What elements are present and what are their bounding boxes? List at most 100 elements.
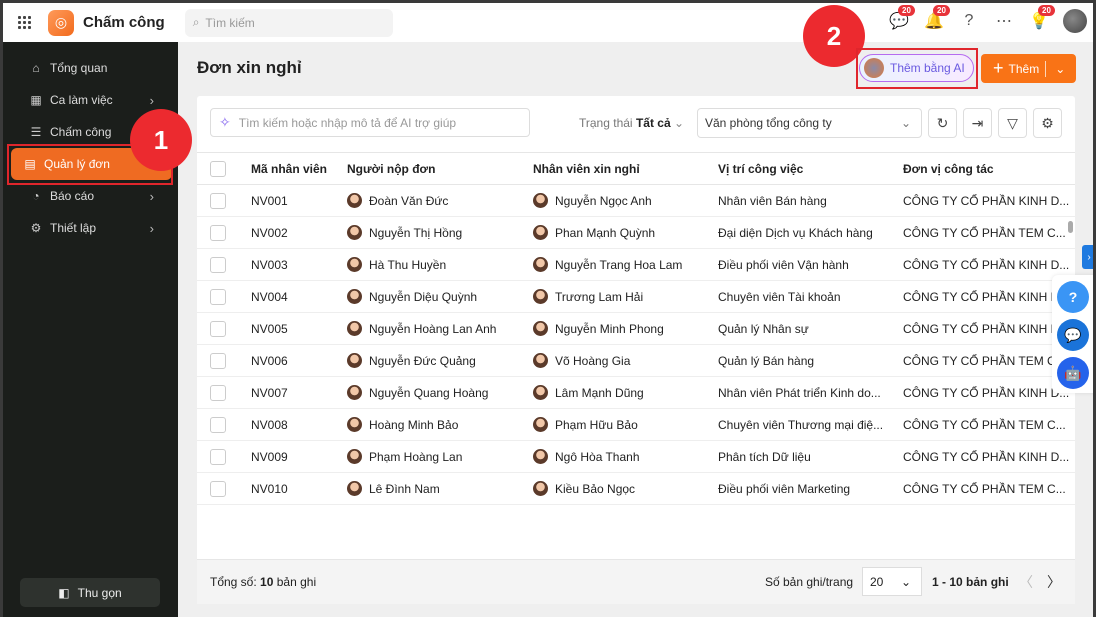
- submitter-name: Nguyễn Quang Hoàng: [369, 385, 489, 400]
- prev-page-button[interactable]: 〈: [1019, 572, 1033, 592]
- row-checkbox[interactable]: [210, 352, 226, 369]
- avatar: [533, 417, 548, 432]
- work-unit: CÔNG TY CỔ PHẦN KINH D...: [903, 440, 1075, 473]
- chevron-down-icon: ⌄: [900, 574, 911, 589]
- employee-name: Phan Mạnh Quỳnh: [555, 225, 656, 240]
- row-checkbox[interactable]: [210, 320, 226, 337]
- more-icon[interactable]: ⋯: [993, 10, 1015, 32]
- expand-panel-button[interactable]: ›: [1082, 245, 1093, 269]
- row-checkbox[interactable]: [210, 256, 226, 273]
- status-value: Tất cả: [635, 116, 671, 130]
- employee-name: Phạm Hữu Bảo: [555, 417, 638, 432]
- column-header[interactable]: Đơn vị công tác: [903, 152, 1075, 185]
- filter-button[interactable]: ▽: [998, 108, 1027, 138]
- ai-search-placeholder: Tìm kiếm hoặc nhập mô tả để AI trợ giúp: [238, 115, 457, 130]
- table-row[interactable]: NV007 Nguyễn Quang Hoàng Lâm Mạnh Dũng N…: [197, 376, 1075, 409]
- add-button[interactable]: + Thêm ⌄: [981, 54, 1076, 83]
- requests-table: Mã nhân viên Người nộp đơn Nhân viên xin…: [197, 152, 1075, 505]
- chat-icon[interactable]: 💬 20: [888, 5, 915, 32]
- table-row[interactable]: NV002 Nguyễn Thị Hồng Phan Mạnh Quỳnh Đạ…: [197, 216, 1075, 249]
- checklist-icon: ☰: [30, 125, 42, 139]
- row-checkbox[interactable]: [210, 416, 226, 433]
- settings-button[interactable]: ⚙: [1033, 108, 1062, 138]
- employee-id: NV010: [251, 472, 347, 505]
- employee-name: Kiều Bảo Ngọc: [555, 481, 636, 496]
- app-grid-icon[interactable]: [18, 15, 32, 30]
- job-position: Quản lý Bán hàng: [718, 344, 903, 377]
- ai-search-input[interactable]: ✧ Tìm kiếm hoặc nhập mô tả để AI trợ giúp: [210, 108, 530, 137]
- row-checkbox[interactable]: [210, 288, 226, 305]
- avatar: [347, 385, 362, 400]
- gear-icon: ⚙: [1041, 114, 1054, 131]
- calendar-icon: ▦: [30, 93, 42, 107]
- bell-icon[interactable]: 🔔 20: [923, 5, 950, 32]
- chat-widget-button[interactable]: 💬: [1057, 319, 1089, 351]
- export-button[interactable]: ⇥: [963, 108, 992, 138]
- chevron-down-icon[interactable]: ⌄: [1055, 62, 1065, 76]
- table-row[interactable]: NV006 Nguyễn Đức Quảng Võ Hoàng Gia Quản…: [197, 344, 1075, 377]
- office-select[interactable]: Văn phòng tổng công ty ⌄: [697, 108, 922, 138]
- sidebar-item-label: Thiết lập: [50, 221, 97, 235]
- submitter-name: Phạm Hoàng Lan: [369, 449, 463, 464]
- work-unit: CÔNG TY CỔ PHẦN TEM C...: [903, 216, 1075, 249]
- table-row[interactable]: NV005 Nguyễn Hoàng Lan Anh Nguyễn Minh P…: [197, 312, 1075, 345]
- work-unit: CÔNG TY CỔ PHẦN KINH D...: [903, 248, 1075, 281]
- per-page-label: Số bản ghi/trang: [765, 575, 854, 589]
- column-header[interactable]: Người nộp đơn: [347, 152, 533, 185]
- employee-id: NV001: [251, 184, 347, 217]
- notification-badge: 20: [933, 5, 950, 16]
- table-row[interactable]: NV010 Lê Đình Nam Kiều Bảo Ngọc Điều phố…: [197, 472, 1075, 505]
- status-filter[interactable]: Trạng thái Tất cả ⌄: [579, 116, 684, 130]
- sidebar-item[interactable]: ⌂ Tổng quan: [9, 52, 172, 84]
- work-unit: CÔNG TY CỔ PHẦN TEM C...: [903, 408, 1075, 441]
- chevron-down-icon: ⌄: [673, 116, 685, 130]
- notification-badge: 20: [898, 5, 915, 16]
- avatar: [347, 257, 362, 272]
- help-icon[interactable]: ?: [958, 10, 980, 32]
- employee-name: Ngô Hòa Thanh: [555, 449, 640, 464]
- work-unit: CÔNG TY CỔ PHẦN KINH D...: [903, 280, 1075, 313]
- help-widget-button[interactable]: ?: [1057, 281, 1089, 313]
- employee-id: NV006: [251, 344, 347, 377]
- home-icon: ⌂: [32, 61, 40, 75]
- requests-card: ✧ Tìm kiếm hoặc nhập mô tả để AI trợ giúp…: [197, 96, 1075, 604]
- sidebar-item[interactable]: ⚙ Thiết lập ›: [9, 212, 172, 244]
- employee-id: NV002: [251, 216, 347, 249]
- pie-chart-icon: ◔: [32, 189, 40, 203]
- work-unit: CÔNG TY CỔ PHẦN KINH D...: [903, 184, 1075, 217]
- collapse-button[interactable]: ◧ Thu gọn: [20, 578, 160, 607]
- sidebar-item-label: Báo cáo: [50, 189, 95, 203]
- column-header[interactable]: Vị trí công việc: [718, 152, 903, 185]
- avatar: [533, 193, 548, 208]
- row-checkbox[interactable]: [210, 384, 226, 401]
- row-checkbox[interactable]: [210, 224, 226, 241]
- table-row[interactable]: NV009 Phạm Hoàng Lan Ngô Hòa Thanh Phân …: [197, 440, 1075, 473]
- select-all-checkbox[interactable]: [210, 160, 226, 177]
- next-page-button[interactable]: 〉: [1047, 572, 1061, 592]
- submitter-name: Hà Thu Huyền: [369, 257, 447, 272]
- row-checkbox[interactable]: [210, 480, 226, 497]
- per-page-select[interactable]: 20 ⌄: [862, 567, 922, 596]
- table-row[interactable]: NV003 Hà Thu Huyền Nguyễn Trang Hoa Lam …: [197, 248, 1075, 281]
- table-row[interactable]: NV001 Đoàn Văn Đức Nguyễn Ngọc Anh Nhân …: [197, 184, 1075, 217]
- table-row[interactable]: NV008 Hoàng Minh Bảo Phạm Hữu Bảo Chuyên…: [197, 408, 1075, 441]
- table-row[interactable]: NV004 Nguyễn Diệu Quỳnh Trương Lam Hải C…: [197, 280, 1075, 313]
- user-avatar[interactable]: [1063, 9, 1087, 33]
- global-search-input[interactable]: ⌕ Tìm kiếm: [184, 8, 393, 37]
- employee-name: Nguyễn Minh Phong: [555, 321, 664, 336]
- lightbulb-icon[interactable]: 💡 20: [1028, 5, 1055, 32]
- submitter-name: Nguyễn Diệu Quỳnh: [369, 289, 478, 304]
- chevron-right-icon: ›: [149, 92, 154, 108]
- refresh-button[interactable]: ↻: [928, 108, 957, 138]
- column-header[interactable]: Nhân viên xin nghỉ: [533, 152, 718, 185]
- row-checkbox[interactable]: [210, 192, 226, 209]
- job-position: Đại diện Dịch vụ Khách hàng: [718, 216, 903, 249]
- table-scrollbar[interactable]: [1068, 221, 1073, 233]
- avatar: [533, 353, 548, 368]
- row-checkbox[interactable]: [210, 448, 226, 465]
- column-header[interactable]: Mã nhân viên: [251, 152, 347, 185]
- avatar: [533, 257, 548, 272]
- sidebar-item-label: Tổng quan: [50, 61, 108, 75]
- add-button-label: Thêm: [1008, 61, 1040, 76]
- bot-widget-button[interactable]: 🤖: [1057, 357, 1089, 389]
